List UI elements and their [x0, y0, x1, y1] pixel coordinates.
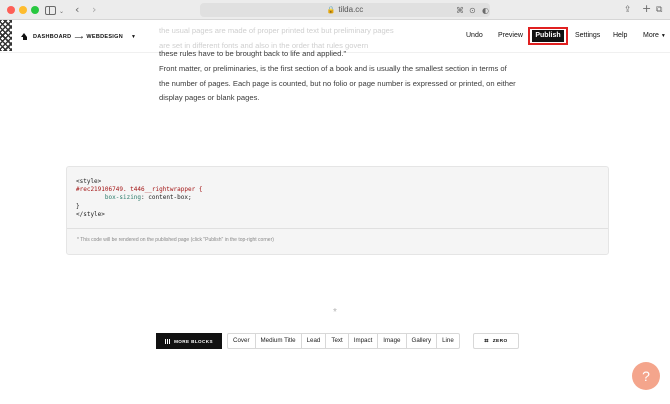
reader-icon[interactable]: ⊙ — [469, 4, 476, 18]
category-impact[interactable]: Impact — [349, 334, 379, 348]
chevron-right-icon[interactable]: › — [92, 3, 96, 17]
code-property: box-sizing — [104, 194, 142, 202]
html-code-block[interactable]: <style> #rec219106749. t446__rightwrappe… — [66, 166, 609, 255]
category-gallery[interactable]: Gallery — [407, 334, 438, 348]
paragraph-quote-end: these rules have to be brought back to l… — [159, 49, 347, 58]
tilda-logo-icon[interactable] — [0, 20, 12, 51]
address-bar[interactable]: 🔒 tilda.cc — [200, 3, 490, 17]
caret-down-icon[interactable]: ▼ — [131, 34, 136, 40]
category-lead[interactable]: Lead — [302, 334, 327, 348]
sidebar-toggle-icon[interactable] — [45, 6, 56, 15]
browser-toolbar: ⌄ ‹ › 🔒 tilda.cc ⌘ ⊙ ◐ ⇪ + ⧉ — [0, 0, 670, 20]
zero-label: ZERO — [492, 338, 508, 344]
translate-icon[interactable]: ⌘ — [456, 4, 464, 18]
zero-block-button[interactable]: ⌗ ZERO — [473, 333, 519, 349]
code-value: : content-box; — [141, 194, 192, 202]
help-chat-button[interactable]: ? — [632, 362, 660, 390]
privacy-report-icon[interactable]: ◐ — [482, 4, 489, 18]
breadcrumb-dashboard[interactable]: DASHBOARD — [33, 34, 71, 40]
block-category-bar: Cover Medium Title Lead Text Impact Imag… — [227, 333, 460, 349]
category-image[interactable]: Image — [378, 334, 407, 348]
code-content: <style> #rec219106749. t446__rightwrappe… — [76, 178, 202, 219]
breadcrumb: DASHBOARD ⟶ WEBDESIGN ▼ — [21, 31, 136, 43]
help-button[interactable]: Help — [613, 28, 627, 44]
category-line[interactable]: Line — [437, 334, 459, 348]
tab-overview-icon[interactable]: ⧉ — [656, 3, 662, 17]
code-note: * This code will be rendered on the publ… — [77, 237, 274, 243]
faded-line: the usual pages are made of proper print… — [159, 26, 394, 35]
home-icon[interactable] — [21, 33, 28, 41]
more-blocks-button[interactable]: MORE BLOCKS — [156, 333, 222, 349]
chevron-down-icon[interactable]: ⌄ — [59, 5, 64, 19]
paragraph-front-matter: Front matter, or preliminaries, is the f… — [159, 64, 516, 103]
code-line: <style> — [76, 178, 102, 185]
publish-button[interactable]: Publish — [532, 30, 564, 42]
caret-down-icon: ▼ — [660, 33, 666, 39]
settings-button[interactable]: Settings — [575, 28, 600, 44]
code-divider — [67, 228, 608, 229]
zero-block-icon: ⌗ — [484, 336, 489, 345]
category-cover[interactable]: Cover — [228, 334, 256, 348]
url-display: 🔒 tilda.cc — [326, 5, 364, 14]
code-line: } — [76, 202, 80, 210]
code-selector: #rec219106749. t446__rightwrapper { — [76, 186, 203, 194]
close-window-button[interactable] — [7, 6, 15, 14]
blocks-library-icon — [165, 338, 171, 344]
breadcrumb-webdesign[interactable]: WEBDESIGN — [86, 34, 123, 40]
minimize-window-button[interactable] — [19, 6, 27, 14]
more-label: More — [643, 32, 659, 39]
more-blocks-label: MORE BLOCKS — [174, 338, 213, 344]
chevron-left-icon[interactable]: ‹ — [75, 3, 79, 17]
zoom-window-button[interactable] — [31, 6, 39, 14]
share-icon[interactable]: ⇪ — [624, 3, 632, 17]
end-of-page-marker: * — [333, 307, 337, 318]
new-tab-icon[interactable]: + — [642, 2, 651, 16]
more-menu-button[interactable]: More ▼ — [643, 28, 666, 44]
category-text[interactable]: Text — [326, 334, 349, 348]
category-medium-title[interactable]: Medium Title — [256, 334, 302, 348]
lock-icon: 🔒 — [326, 7, 336, 14]
breadcrumb-separator: ⟶ — [74, 34, 84, 41]
code-line: </style> — [76, 210, 105, 218]
